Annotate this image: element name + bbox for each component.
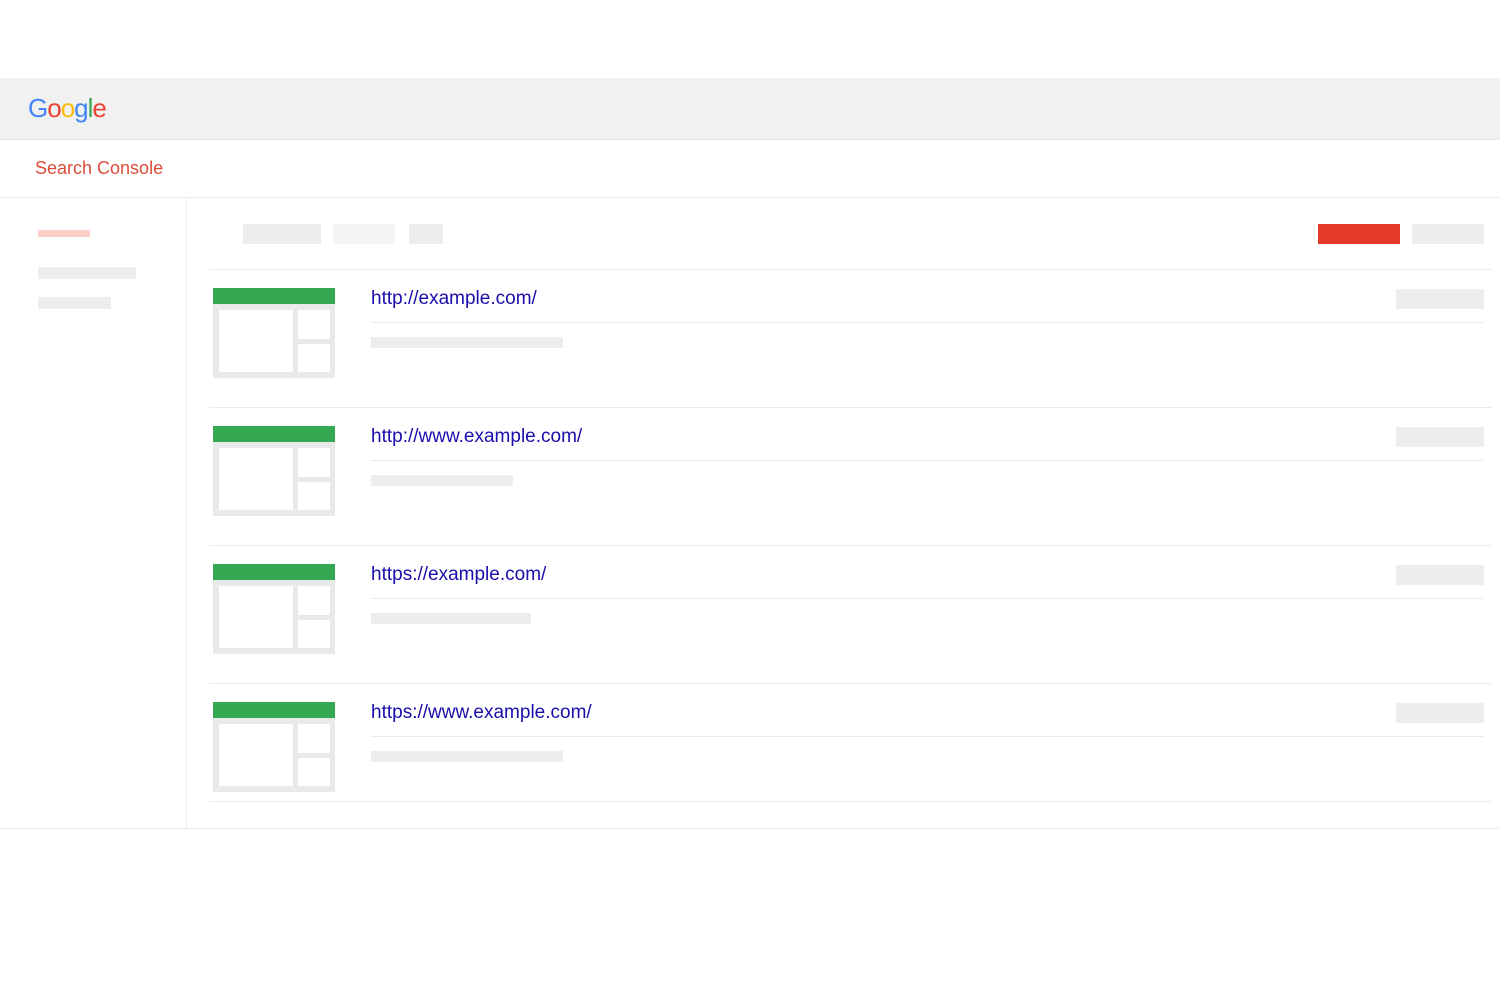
site-thumbnail[interactable] [213,426,335,516]
thumb-sidebar [298,586,330,648]
manage-property-button[interactable] [1396,289,1484,309]
page-bottom-border [0,828,1500,829]
thumb-side-box [298,344,330,373]
property-details: http://www.example.com/ [335,426,1492,545]
thumb-side-box [298,724,330,753]
thumb-main-area [219,310,293,372]
site-thumbnail[interactable] [213,564,335,654]
thumb-sidebar [298,724,330,786]
manage-property-button[interactable] [1396,565,1484,585]
property-header-row: https://example.com/ [371,564,1484,599]
thumb-header-bar [213,702,335,718]
google-logo[interactable]: Google [28,93,106,124]
property-row: https://example.com/ [209,546,1492,684]
thumb-main-area [219,586,293,648]
property-header-row: http://www.example.com/ [371,426,1484,461]
thumb-side-box [298,310,330,339]
logo-letter: e [92,93,105,123]
thumb-header-bar [213,288,335,304]
site-thumbnail[interactable] [213,288,335,378]
property-status-line [371,613,531,624]
sidebar-item[interactable] [38,297,111,309]
toolbar [209,198,1492,270]
property-row: http://www.example.com/ [209,408,1492,546]
thumb-side-box [298,448,330,477]
thumb-body [219,310,330,372]
logo-letter: g [74,93,87,123]
thumb-body [219,586,330,648]
property-status-line [371,337,563,348]
thumb-body [219,724,330,786]
property-url-link[interactable]: http://www.example.com/ [371,426,582,448]
thumb-side-box [298,758,330,787]
property-header-row: https://www.example.com/ [371,702,1484,737]
sidebar [0,198,187,828]
property-row: http://example.com/ [209,270,1492,408]
secondary-button[interactable] [1412,224,1484,244]
property-status-line [371,751,563,762]
logo-letter: o [61,93,74,123]
toolbar-filter[interactable] [333,224,395,244]
property-url-link[interactable]: https://www.example.com/ [371,702,592,724]
site-thumbnail[interactable] [213,702,335,792]
toolbar-left [243,224,443,244]
main-content: http://example.com/ [187,198,1500,828]
property-url-link[interactable]: http://example.com/ [371,288,537,310]
thumb-body [219,448,330,510]
toolbar-right [1318,224,1492,244]
property-details: https://www.example.com/ [335,702,1492,801]
thumb-header-bar [213,564,335,580]
thumb-side-box [298,586,330,615]
content-area: http://example.com/ [0,198,1500,828]
thumb-header-bar [213,426,335,442]
add-property-button[interactable] [1318,224,1400,244]
subheader: Search Console [0,140,1500,198]
sidebar-item-active[interactable] [38,230,90,237]
property-row: https://www.example.com/ [209,684,1492,802]
property-status-line [371,475,513,486]
product-title[interactable]: Search Console [35,158,163,179]
property-details: http://example.com/ [335,288,1492,407]
toolbar-filter[interactable] [243,224,321,244]
property-header-row: http://example.com/ [371,288,1484,323]
property-details: https://example.com/ [335,564,1492,683]
thumb-side-box [298,620,330,649]
property-url-link[interactable]: https://example.com/ [371,564,546,586]
thumb-side-box [298,482,330,511]
toolbar-filter[interactable] [409,224,443,244]
logo-letter: G [28,93,47,123]
manage-property-button[interactable] [1396,703,1484,723]
logo-letter: o [47,93,60,123]
sidebar-item[interactable] [38,267,136,279]
manage-property-button[interactable] [1396,427,1484,447]
thumb-main-area [219,448,293,510]
header-bar: Google [0,78,1500,140]
thumb-sidebar [298,448,330,510]
thumb-sidebar [298,310,330,372]
thumb-main-area [219,724,293,786]
